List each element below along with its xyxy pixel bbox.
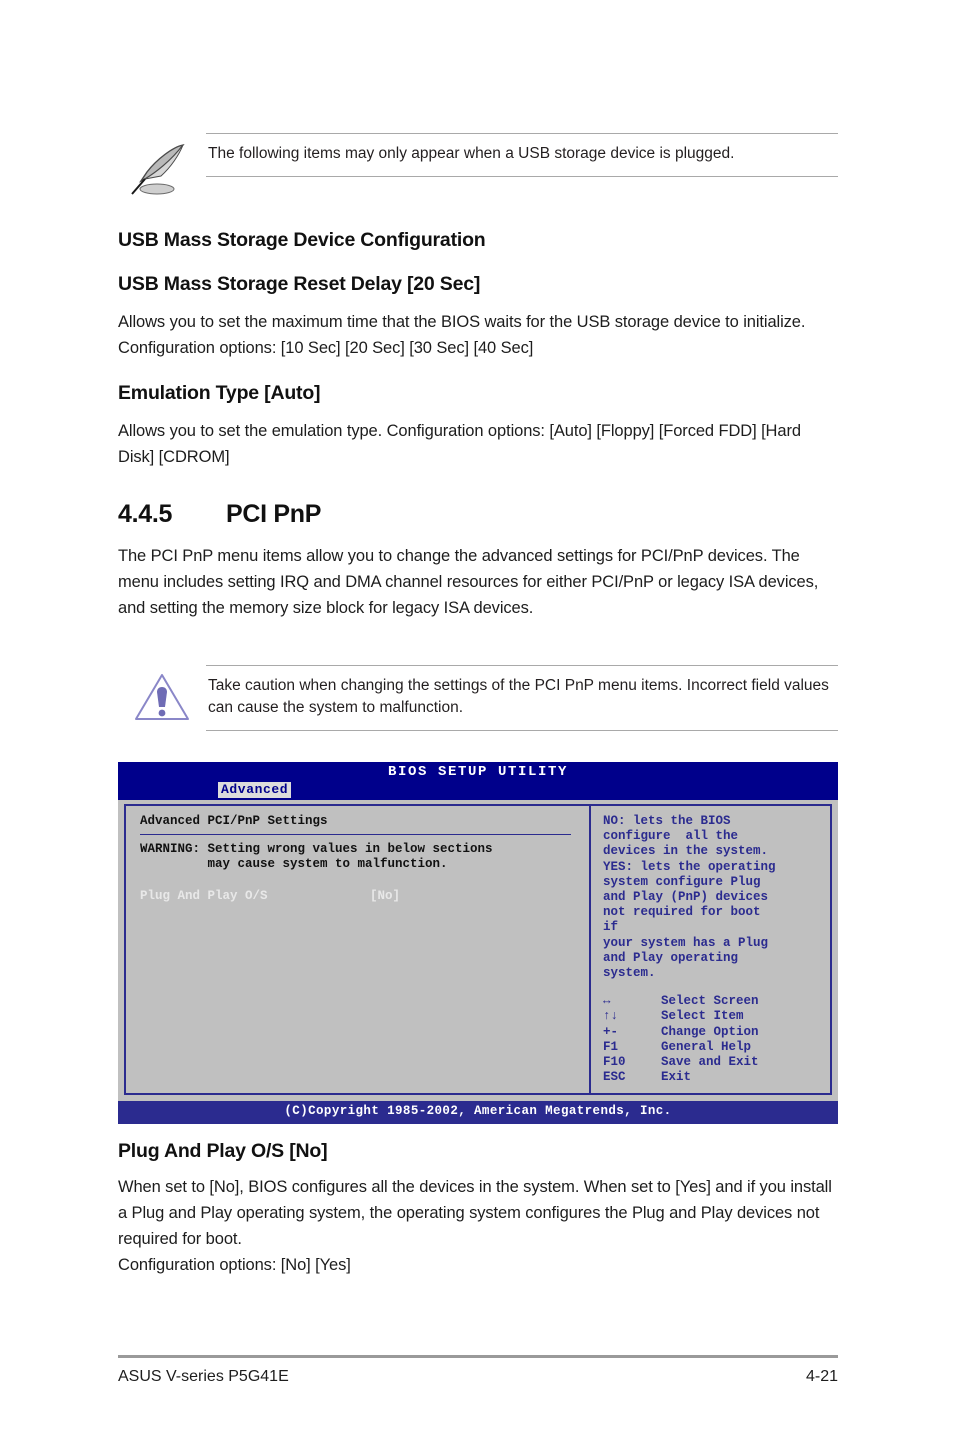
bios-key-action: Change Option xyxy=(661,1024,759,1039)
quill-pen-icon xyxy=(118,133,206,199)
bios-warning-line-2: may cause system to malfunction. xyxy=(140,857,448,872)
bios-key-legend-row: +- Change Option xyxy=(603,1025,830,1040)
note-body: The following items may only appear when… xyxy=(206,133,838,177)
warning-triangle-icon xyxy=(118,665,206,723)
bios-titlebar: BIOS SETUP UTILITY Advanced xyxy=(118,762,838,800)
bios-key: ESC xyxy=(603,1070,626,1085)
bios-copyright: (C)Copyright 1985-2002, American Megatre… xyxy=(118,1101,838,1124)
bios-setting-value[interactable]: [No] xyxy=(370,889,400,904)
bios-help-line: system. xyxy=(603,966,656,981)
section-number: 4.4.5 xyxy=(118,500,173,528)
bios-help-line: devices in the system. xyxy=(603,844,769,859)
pnp-options: Configuration options: [No] [Yes] xyxy=(118,1256,351,1274)
bios-help-panel: NO: lets the BIOS configure all the devi… xyxy=(590,804,832,1096)
pnp-heading: Plug And Play O/S [No] xyxy=(118,1140,328,1162)
emulation-type-heading: Emulation Type [Auto] xyxy=(118,382,321,404)
bios-body: Advanced PCI/PnP Settings WARNING: Setti… xyxy=(118,800,838,1102)
bios-setting-label: Plug And Play O/S xyxy=(140,888,268,903)
bios-help-line: not required for boot xyxy=(603,905,761,920)
bios-key-action: Select Item xyxy=(661,1009,744,1024)
caution-body: Take caution when changing the settings … xyxy=(206,665,838,731)
footer-page-number: 4-21 xyxy=(805,1368,838,1385)
caution-callout: Take caution when changing the settings … xyxy=(118,665,838,731)
bios-main-heading: Advanced PCI/PnP Settings xyxy=(140,814,328,828)
footer-product-name: ASUS V-series P5G41E xyxy=(118,1368,289,1385)
usb-reset-delay-heading: USB Mass Storage Reset Delay [20 Sec] xyxy=(118,273,481,295)
bios-heading-divider xyxy=(140,834,571,836)
note-text: The following items may only appear when… xyxy=(208,145,735,162)
manual-page: The following items may only appear when… xyxy=(0,0,954,1438)
bios-help-text: NO: lets the BIOS configure all the devi… xyxy=(603,814,830,981)
bios-key: ↔ xyxy=(603,994,611,1009)
bios-help-line: if xyxy=(603,920,619,935)
bios-help-line: NO: lets the BIOS xyxy=(603,814,731,828)
bios-key: ↑↓ xyxy=(603,1009,619,1024)
emulation-type-body: Allows you to set the emulation type. Co… xyxy=(118,422,801,466)
bios-key-legend: ↔ Select Screen ↑↓ Select Item +- Change… xyxy=(603,994,830,1085)
bios-key-action: Select Screen xyxy=(661,994,759,1009)
bios-help-line: and Play (PnP) devices xyxy=(603,890,769,905)
bios-help-line: system configure Plug xyxy=(603,874,761,889)
section-name: PCI PnP xyxy=(226,500,322,528)
bios-key: F1 xyxy=(603,1039,619,1054)
bios-key-legend-row: F1 General Help xyxy=(603,1040,830,1055)
note-callout: The following items may only appear when… xyxy=(118,133,838,199)
bios-key-action: Exit xyxy=(661,1070,692,1085)
bios-key-legend-row: ESC Exit xyxy=(603,1070,830,1085)
usb-group-heading: USB Mass Storage Device Configuration xyxy=(118,229,486,251)
bios-title: BIOS SETUP UTILITY xyxy=(387,764,569,780)
bios-help-line: YES: lets the operating xyxy=(603,859,776,874)
bios-help-line: your system has a Plug xyxy=(603,935,769,950)
bios-key-action: Save and Exit xyxy=(661,1055,759,1070)
bios-key-legend-row: ↑↓ Select Item xyxy=(603,1009,830,1024)
bios-setting-row-plug-and-play-os[interactable]: Plug And Play O/S [No] xyxy=(140,889,589,904)
section-title: 4.4.5 PCI PnP xyxy=(118,500,321,529)
bios-help-line: and Play operating xyxy=(603,950,739,965)
bios-tab-advanced[interactable]: Advanced xyxy=(218,782,292,799)
section-body: The PCI PnP menu items allow you to chan… xyxy=(118,547,819,617)
bios-help-line: configure all the xyxy=(603,829,739,844)
footer-divider xyxy=(118,1355,838,1358)
bios-setup-screenshot: BIOS SETUP UTILITY Advanced Advanced PCI… xyxy=(118,762,838,1124)
bios-key: +- xyxy=(603,1024,619,1039)
bios-key-action: General Help xyxy=(661,1039,752,1054)
bios-main-panel: Advanced PCI/PnP Settings WARNING: Setti… xyxy=(124,804,590,1096)
pnp-body: When set to [No], BIOS configures all th… xyxy=(118,1178,832,1248)
usb-reset-delay-body: Allows you to set the maximum time that … xyxy=(118,313,806,357)
bios-key-legend-row: ↔ Select Screen xyxy=(603,994,830,1009)
bios-key-legend-row: F10 Save and Exit xyxy=(603,1055,830,1070)
bios-key: F10 xyxy=(603,1055,626,1070)
bios-warning-line-1: WARNING: Setting wrong values in below s… xyxy=(140,842,493,857)
caution-text: Take caution when changing the settings … xyxy=(208,677,829,716)
